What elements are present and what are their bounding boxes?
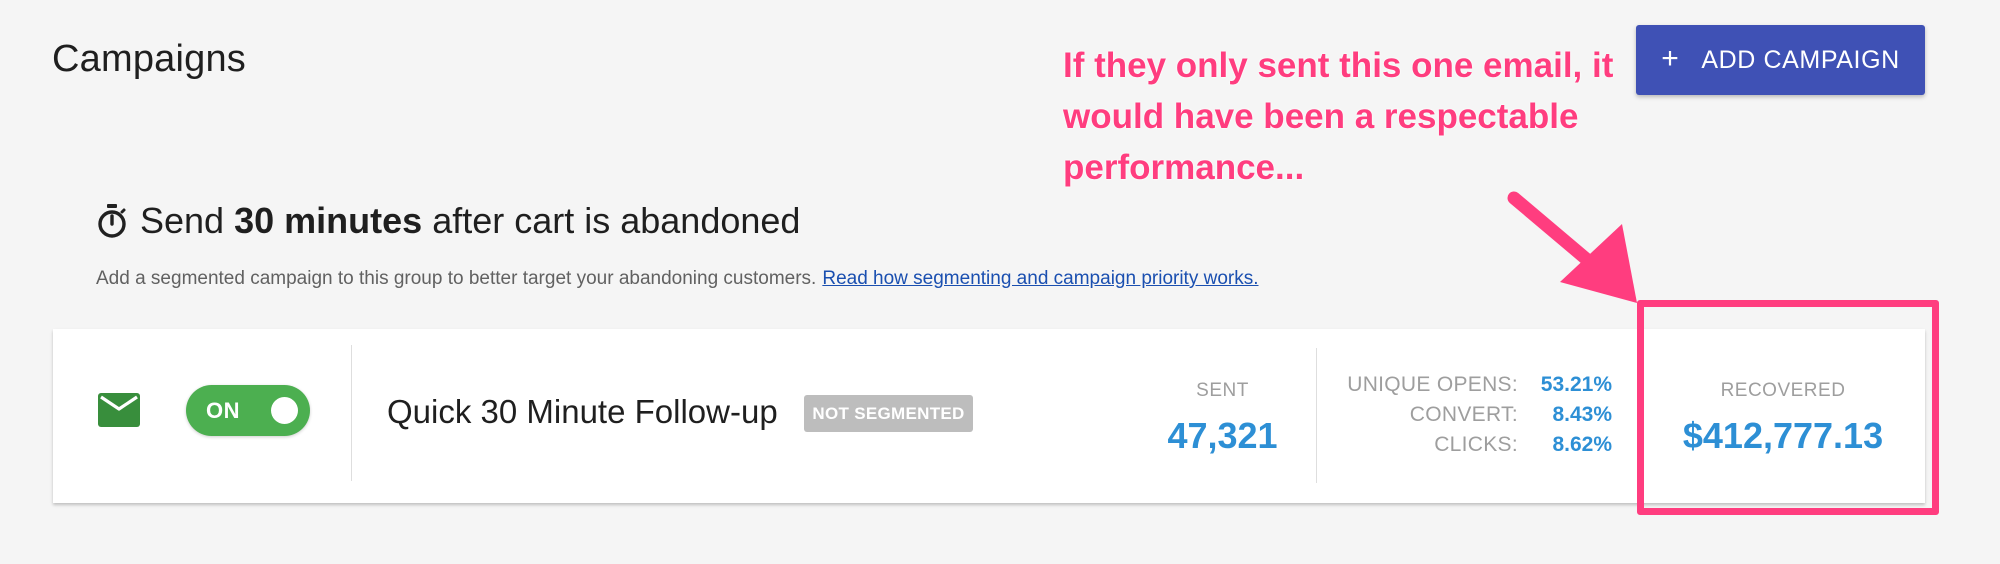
- stat-row-clicks: CLICKS: 8.62%: [1330, 433, 1612, 463]
- toggle-label: ON: [206, 398, 240, 423]
- stat-label: CLICKS:: [1434, 433, 1518, 456]
- segmenting-help-link[interactable]: Read how segmenting and campaign priorit…: [822, 268, 1258, 289]
- stat-value: 8.62%: [1552, 433, 1612, 456]
- annotation-text: If they only sent this one email, it wou…: [1063, 46, 1614, 187]
- group-note-text: Add a segmented campaign to this group t…: [96, 268, 817, 289]
- add-campaign-label: ADD CAMPAIGN: [1701, 45, 1900, 74]
- stat-row-unique-opens: UNIQUE OPENS: 53.21%: [1330, 373, 1612, 403]
- campaign-stats: UNIQUE OPENS: 53.21% CONVERT: 8.43% CLIC…: [1330, 373, 1612, 463]
- group-heading-prefix: Send: [140, 200, 225, 241]
- stat-label: CONVERT:: [1409, 403, 1518, 426]
- plus-icon: +: [1661, 41, 1680, 75]
- stat-value: 8.43%: [1552, 403, 1612, 426]
- campaign-name[interactable]: Quick 30 Minute Follow-up: [387, 393, 778, 431]
- group-note: Add a segmented campaign to this group t…: [96, 268, 1259, 290]
- toggle-knob: [271, 397, 298, 424]
- stat-value: 53.21%: [1540, 373, 1612, 396]
- card-divider: [1316, 348, 1317, 483]
- card-divider: [351, 345, 352, 481]
- stat-row-convert: CONVERT: 8.43%: [1330, 403, 1612, 433]
- group-heading-delay: 30 minutes: [234, 200, 423, 241]
- add-campaign-button[interactable]: + ADD CAMPAIGN: [1636, 25, 1925, 95]
- highlight-box: [1637, 300, 1939, 515]
- segment-badge: NOT SEGMENTED: [804, 395, 973, 432]
- sent-label: SENT: [1196, 380, 1249, 401]
- stat-label: UNIQUE OPENS:: [1347, 373, 1518, 396]
- sent-value: 47,321: [1167, 415, 1278, 456]
- timer-icon: [98, 204, 126, 238]
- page-title: Campaigns: [52, 38, 247, 80]
- email-icon: [98, 393, 140, 427]
- group-heading: Send 30 minutes after cart is abandoned: [96, 200, 800, 242]
- group-heading-suffix: after cart is abandoned: [432, 200, 801, 241]
- campaign-toggle[interactable]: ON: [186, 385, 310, 436]
